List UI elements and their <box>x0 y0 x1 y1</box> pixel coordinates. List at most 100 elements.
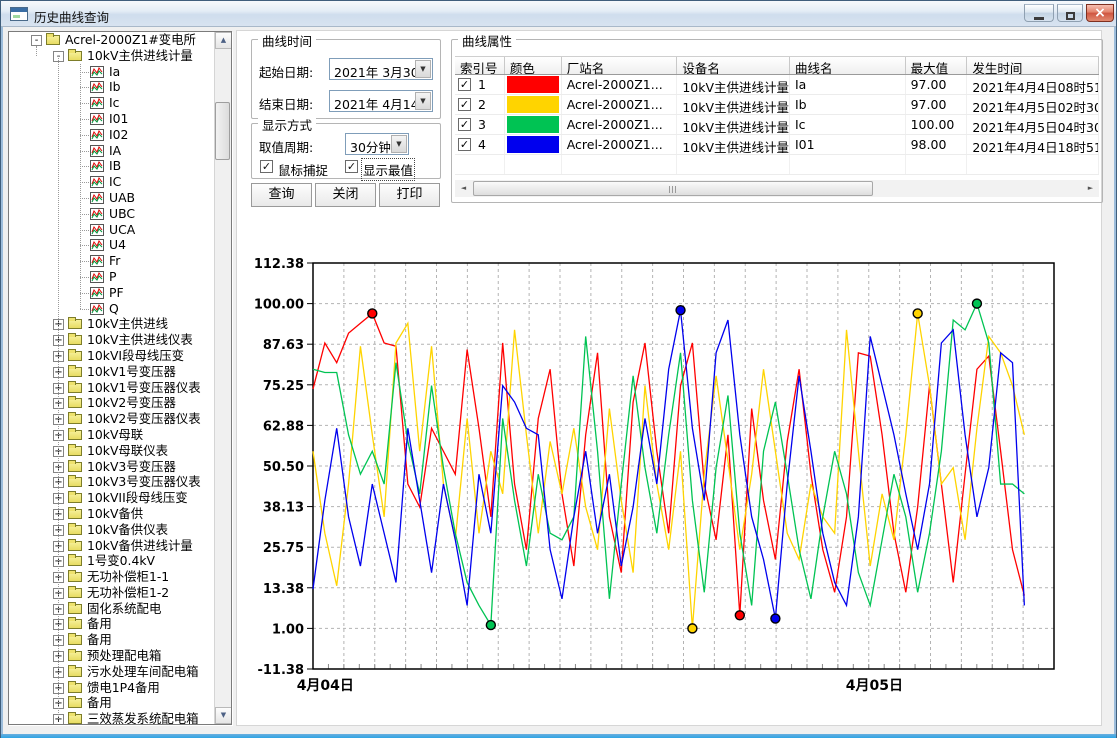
tree-item[interactable]: Q <box>9 301 214 317</box>
tree-item[interactable]: +备用 <box>9 632 214 648</box>
tree-item[interactable]: +无功补偿柜1-2 <box>9 585 214 601</box>
extreme-marker-Ic-max[interactable] <box>972 299 981 308</box>
tree-item[interactable]: +10kVI段母线压变 <box>9 348 214 364</box>
row-checkbox[interactable]: ✓ <box>458 78 471 91</box>
tree-item[interactable]: +10kVII段母线压变 <box>9 490 214 506</box>
tree-item-label: 固化系统配电 <box>87 601 161 617</box>
tree-item[interactable]: +10kV母联 <box>9 427 214 443</box>
table-row[interactable]: ✓4Acrel-2000Z1...10kV主供进线计量I0198.002021年… <box>455 135 1099 155</box>
tree-item[interactable]: +10kV主供进线仪表 <box>9 332 214 348</box>
tree-item[interactable]: PF <box>9 285 214 301</box>
close-dialog-button[interactable]: 关闭 <box>315 183 376 207</box>
extreme-marker-Ia-min[interactable] <box>735 611 744 620</box>
tree-item[interactable]: +预处理配电箱 <box>9 648 214 664</box>
row-checkbox[interactable]: ✓ <box>458 138 471 151</box>
tree-item[interactable]: Fr <box>9 253 214 269</box>
extreme-marker-I01-min[interactable] <box>771 614 780 623</box>
restore-button[interactable] <box>1057 4 1083 22</box>
table-cell <box>906 155 968 174</box>
show-extreme-label[interactable]: 显示最值 <box>363 160 413 179</box>
scroll-down-button[interactable]: ▼ <box>215 707 232 724</box>
row-checkbox[interactable]: ✓ <box>458 118 471 131</box>
tree-item[interactable]: +1号变0.4kV <box>9 553 214 569</box>
period-combo[interactable]: 30分钟 ▼ <box>345 133 409 155</box>
table-column-header[interactable]: 索引号 <box>455 57 505 74</box>
tree-item-label: IA <box>109 143 121 159</box>
show-extreme-checkbox[interactable]: ✓ <box>345 160 358 173</box>
minimize-icon <box>1034 17 1044 20</box>
tree-item[interactable]: +10kV备供进线计量 <box>9 538 214 554</box>
mouse-capture-label[interactable]: 鼠标捕捉 <box>278 160 328 179</box>
folder-icon <box>68 446 82 456</box>
tree-item[interactable]: +10kV1号变压器仪表 <box>9 380 214 396</box>
extreme-marker-Ib-max[interactable] <box>913 309 922 318</box>
tree-item[interactable]: +备用 <box>9 695 214 711</box>
extreme-marker-Ia-max[interactable] <box>368 309 377 318</box>
table-horizontal-scrollbar[interactable]: ◄ ► <box>455 180 1099 197</box>
tree-vertical-scrollbar[interactable]: ▲ ▼ <box>214 32 231 724</box>
scroll-up-button[interactable]: ▲ <box>215 32 232 49</box>
table-column-header[interactable]: 发生时间 <box>967 57 1099 74</box>
table-column-header[interactable]: 最大值 <box>906 57 968 74</box>
tree-item[interactable]: I02 <box>9 127 214 143</box>
tree-item[interactable]: +馈电1P4备用 <box>9 680 214 696</box>
tree-item[interactable]: +10kV2号变压器仪表 <box>9 411 214 427</box>
tree-item[interactable]: U4 <box>9 237 214 253</box>
print-button[interactable]: 打印 <box>379 183 440 207</box>
series-line-I01 <box>313 310 1024 618</box>
end-date-combo[interactable]: 2021年 4月14 ▼ <box>329 90 433 112</box>
tree-item[interactable]: +10kV主供进线 <box>9 316 214 332</box>
tree-item[interactable]: +10kV母联仪表 <box>9 443 214 459</box>
close-button[interactable]: × <box>1086 4 1114 22</box>
row-index: 1 <box>478 77 486 92</box>
table-row[interactable]: ✓1Acrel-2000Z1...10kV主供进线计量Ia97.002021年4… <box>455 75 1099 95</box>
row-checkbox[interactable]: ✓ <box>458 98 471 111</box>
table-column-header[interactable]: 曲线名 <box>790 57 906 74</box>
tree-item[interactable]: Ic <box>9 95 214 111</box>
table-row[interactable]: ✓3Acrel-2000Z1...10kV主供进线计量Ic100.002021年… <box>455 115 1099 135</box>
tree-item[interactable]: +10kV1号变压器 <box>9 364 214 380</box>
tree-item[interactable]: I01 <box>9 111 214 127</box>
table-column-header[interactable]: 设备名 <box>677 57 790 74</box>
scroll-thumb[interactable] <box>215 102 230 160</box>
extreme-marker-Ic-min[interactable] <box>486 621 495 630</box>
tree-item[interactable]: +10kV3号变压器 <box>9 459 214 475</box>
chevron-down-icon[interactable]: ▼ <box>415 92 431 110</box>
title-bar[interactable]: 历史曲线查询 × <box>1 1 1116 27</box>
tree-item[interactable]: +污水处理车间配电箱 <box>9 664 214 680</box>
tree-item[interactable]: +备用 <box>9 616 214 632</box>
tree-item[interactable]: P <box>9 269 214 285</box>
tree-item[interactable]: +10kV3号变压器仪表 <box>9 474 214 490</box>
tree-item[interactable]: IA <box>9 143 214 159</box>
tree-item[interactable]: IC <box>9 174 214 190</box>
tree-item[interactable]: -Acrel-2000Z1#变电所 <box>9 32 214 48</box>
tree-item[interactable]: -10kV主供进线计量 <box>9 48 214 64</box>
tree-item[interactable]: +无功补偿柜1-1 <box>9 569 214 585</box>
tree-item[interactable]: IB <box>9 158 214 174</box>
tree-item[interactable]: Ib <box>9 79 214 95</box>
table-row[interactable]: ✓2Acrel-2000Z1...10kV主供进线计量Ib97.002021年4… <box>455 95 1099 115</box>
start-date-combo[interactable]: 2021年 3月30 ▼ <box>329 58 433 80</box>
mouse-capture-checkbox[interactable]: ✓ <box>260 160 273 173</box>
tree-item[interactable]: Ia <box>9 64 214 80</box>
tree-item[interactable]: +三效蒸发系统配电箱 <box>9 711 214 724</box>
scroll-left-button[interactable]: ◄ <box>455 180 472 197</box>
tree-item[interactable]: UBC <box>9 206 214 222</box>
query-button[interactable]: 查询 <box>251 183 312 207</box>
tree-item[interactable]: UCA <box>9 222 214 238</box>
extreme-marker-Ib-min[interactable] <box>688 624 697 633</box>
chevron-down-icon[interactable]: ▼ <box>391 135 407 153</box>
chevron-down-icon[interactable]: ▼ <box>415 60 431 78</box>
table-column-header[interactable]: 厂站名 <box>562 57 678 74</box>
table-column-header[interactable]: 颜色 <box>505 57 562 74</box>
tree-item[interactable]: UAB <box>9 190 214 206</box>
tree-item[interactable]: +10kV2号变压器 <box>9 395 214 411</box>
hscroll-thumb[interactable] <box>473 181 873 196</box>
extreme-marker-I01-max[interactable] <box>676 306 685 315</box>
minimize-button[interactable] <box>1024 4 1054 22</box>
collapse-icon[interactable]: - <box>31 35 42 46</box>
tree-item[interactable]: +10kV备供 <box>9 506 214 522</box>
tree-item[interactable]: +固化系统配电 <box>9 601 214 617</box>
tree-item[interactable]: +10kV备供仪表 <box>9 522 214 538</box>
scroll-right-button[interactable]: ► <box>1082 180 1099 197</box>
